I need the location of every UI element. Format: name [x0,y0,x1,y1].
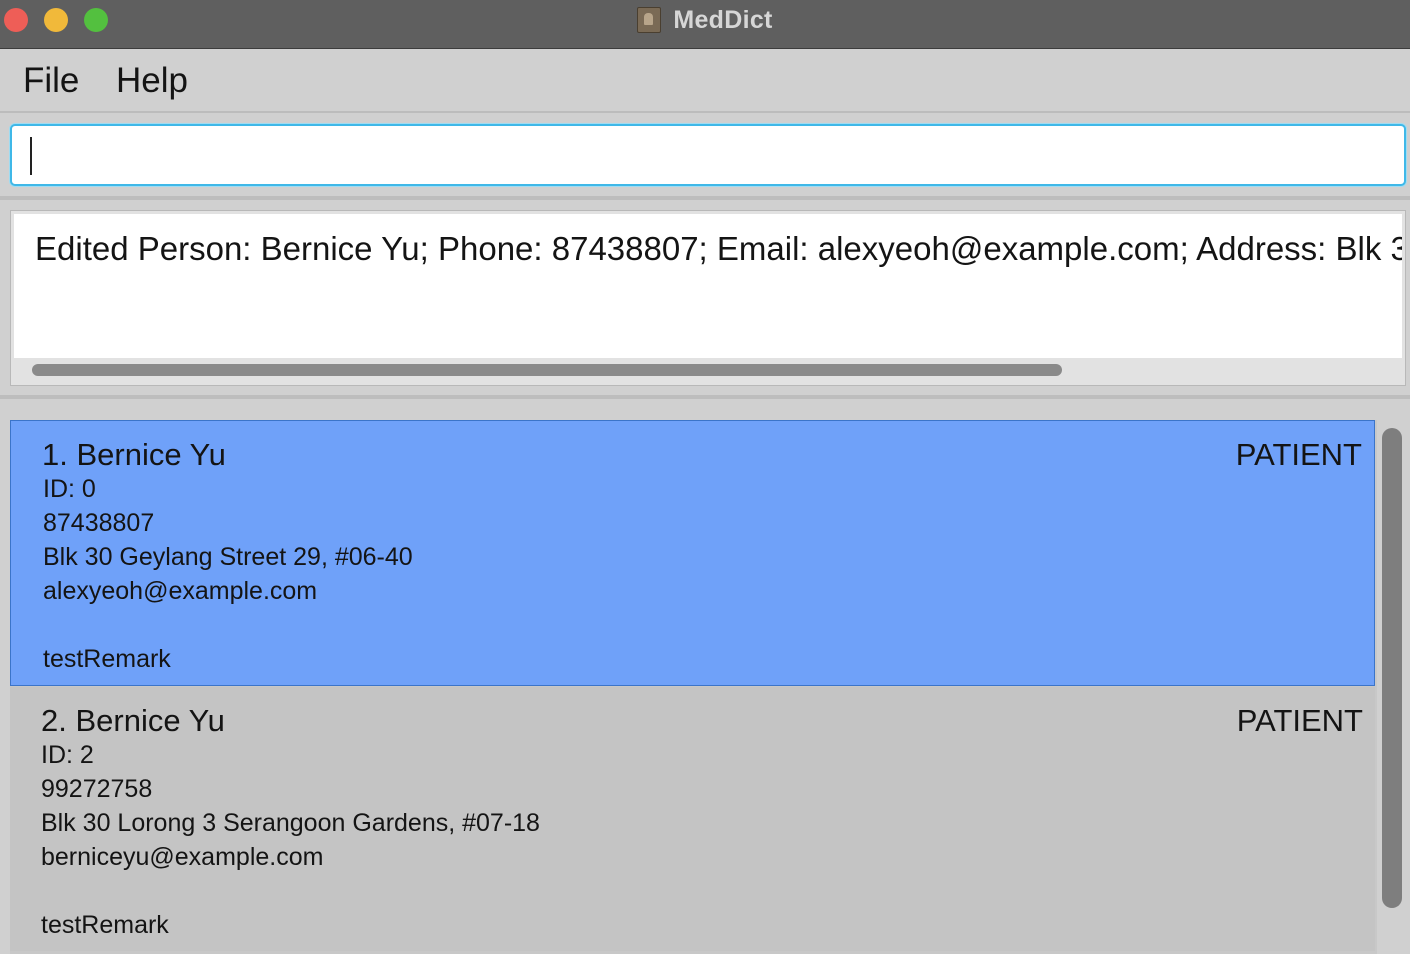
menu-file[interactable]: File [23,61,79,101]
person-name: 2. Bernice Yu [41,703,225,738]
result-message: Edited Person: Bernice Yu; Phone: 874388… [35,230,1402,267]
person-address: Blk 30 Lorong 3 Serangoon Gardens, #07-1… [41,809,540,837]
person-id: ID: 0 [43,475,96,503]
person-name: 1. Bernice Yu [42,437,226,472]
person-card[interactable]: 1. Bernice Yu PATIENT ID: 0 87438807 Blk… [10,420,1375,686]
vertical-scrollbar-thumb[interactable] [1382,428,1402,908]
horizontal-scrollbar[interactable] [32,364,1062,376]
person-id: ID: 2 [41,741,94,769]
menu-help[interactable]: Help [116,61,188,101]
title-bar: MedDict [0,0,1410,49]
result-text-area[interactable]: Edited Person: Bernice Yu; Phone: 874388… [14,214,1402,358]
person-address: Blk 30 Geylang Street 29, #06-40 [43,543,413,571]
title-group: MedDict [0,0,1410,40]
person-remark: testRemark [41,911,169,939]
person-role-tag: PATIENT [1236,703,1363,738]
window-title: MedDict [673,5,773,34]
contact-book-icon [637,7,662,33]
person-list: 1. Bernice Yu PATIENT ID: 0 87438807 Blk… [10,420,1377,954]
person-phone: 99272758 [41,775,153,803]
person-remark: testRemark [43,645,171,673]
person-email: berniceyu@example.com [41,843,324,871]
app-window: MedDict File Help Edited Person: Bernice… [0,0,1410,954]
result-display: Edited Person: Bernice Yu; Phone: 874388… [10,210,1406,386]
person-role-tag: PATIENT [1235,437,1362,472]
person-phone: 87438807 [43,509,155,537]
divider[interactable] [0,196,1410,200]
text-caret [30,137,32,175]
person-email: alexyeoh@example.com [43,577,318,605]
divider[interactable] [0,395,1410,399]
command-input[interactable] [10,124,1406,186]
menu-bar: File Help [0,49,1410,113]
person-card[interactable]: 2. Bernice Yu PATIENT ID: 2 99272758 Blk… [10,687,1375,951]
